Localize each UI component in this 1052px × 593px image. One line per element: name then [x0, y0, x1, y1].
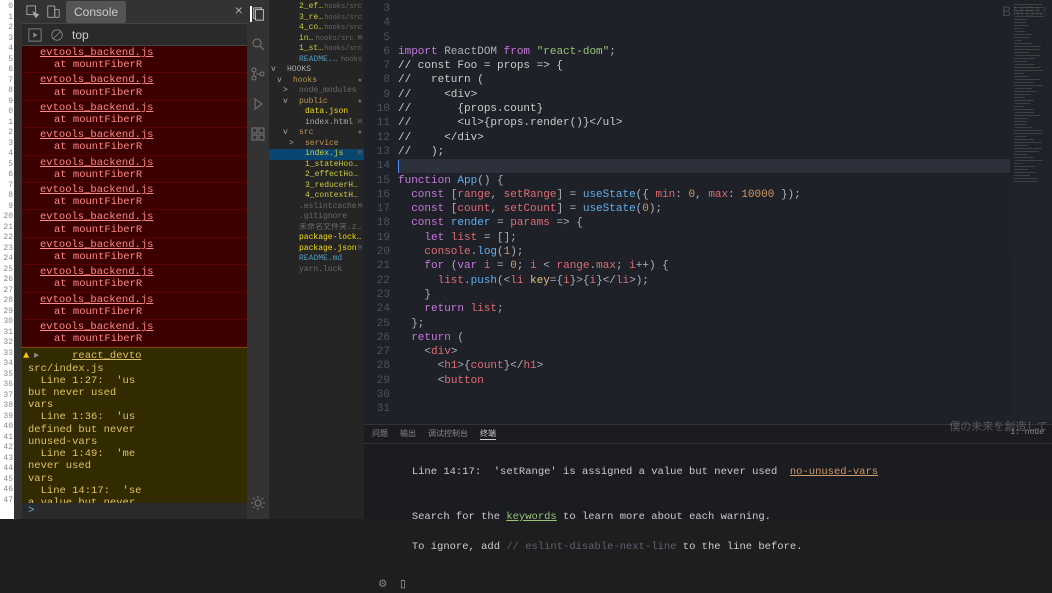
- console-error[interactable]: evtools_backend.js at mountFiberR: [22, 101, 247, 128]
- file-tree-item[interactable]: README.mdhooks: [269, 55, 364, 66]
- devtools-panel: Console × top evtools_backend.js at moun…: [22, 0, 247, 519]
- activity-bar: [247, 0, 269, 519]
- console-error[interactable]: evtools_backend.js at mountFiberR: [22, 265, 247, 292]
- scrollbar-stripe[interactable]: [14, 0, 22, 519]
- console-error[interactable]: evtools_backend.js at mountFiberR: [22, 156, 247, 183]
- code-lines[interactable]: import ReactDOM from "react-dom";// cons…: [398, 0, 1052, 424]
- debug-icon[interactable]: [250, 96, 266, 112]
- problems-tab[interactable]: 调试控制台: [428, 428, 468, 440]
- file-tree-item[interactable]: >service: [269, 139, 364, 150]
- problem-line1: Line 14:17: 'setRange' is assigned a val…: [412, 466, 790, 478]
- clear-icon[interactable]: [50, 28, 64, 42]
- file-tree-item[interactable]: 4_contextHook.jshooks/src: [269, 23, 364, 34]
- file-tree-item[interactable]: index.jsM: [269, 149, 364, 160]
- file-tree-item[interactable]: >node_modules: [269, 86, 364, 97]
- minimap[interactable]: [1012, 0, 1052, 420]
- problems-body: Line 14:17: 'setRange' is assigned a val…: [364, 444, 1052, 576]
- problem-text: Search for the: [412, 511, 507, 523]
- file-tree-item[interactable]: 2_effectHook.js: [269, 170, 364, 181]
- console-error[interactable]: evtools_backend.js at mountFiberR: [22, 293, 247, 320]
- code-gutter: 3456789101112131415161718192021222324252…: [364, 0, 398, 424]
- problems-panel: 问题输出调试控制台终端1: node Line 14:17: 'setRange…: [364, 424, 1052, 519]
- context-top[interactable]: top: [72, 28, 89, 42]
- console-error[interactable]: evtools_backend.js at mountFiberR: [22, 320, 247, 347]
- problem-text: To ignore, add: [412, 541, 507, 553]
- problem-text: to learn more about each warning.: [557, 511, 771, 523]
- keywords-link[interactable]: keywords: [506, 511, 556, 523]
- file-tree-item[interactable]: README.md: [269, 254, 364, 265]
- file-tree-item[interactable]: vhooks●: [269, 76, 364, 87]
- file-tree-item[interactable]: 3_reducerHook.js: [269, 181, 364, 192]
- console-warning[interactable]: ▲▸ react_devto src/index.js Line 1:27: '…: [22, 347, 247, 503]
- file-tree-item[interactable]: yarn.lock: [269, 265, 364, 276]
- terminal-input[interactable]: ⚙ ▯: [364, 576, 1052, 593]
- gear-icon[interactable]: [250, 495, 266, 511]
- file-tree-item[interactable]: 2_effectHook.jshooks/src: [269, 2, 364, 13]
- file-tree-item[interactable]: .gitignore: [269, 212, 364, 223]
- code-area[interactable]: 3456789101112131415161718192021222324252…: [364, 0, 1052, 424]
- extensions-icon[interactable]: [250, 126, 266, 142]
- play-icon[interactable]: [28, 28, 42, 42]
- file-tree-item[interactable]: 3_reducerHook.jshooks/src: [269, 13, 364, 24]
- console-error[interactable]: evtools_backend.js at mountFiberR: [22, 46, 247, 73]
- terminal-cursor: ▯: [400, 579, 406, 591]
- console-error[interactable]: evtools_backend.js at mountFiberR: [22, 73, 247, 100]
- tab-console[interactable]: Console: [66, 1, 126, 23]
- problem-text: to the line before.: [676, 541, 802, 553]
- file-tree-item[interactable]: .eslintcacheM: [269, 202, 364, 213]
- file-tree-item[interactable]: 未命名文件夹.zip: [269, 223, 364, 234]
- file-tree-item[interactable]: 1_stateHook.js: [269, 160, 364, 171]
- file-tree-item[interactable]: vHOOKS: [269, 65, 364, 76]
- problems-tab[interactable]: 输出: [400, 428, 416, 440]
- console-error[interactable]: evtools_backend.js at mountFiberR: [22, 238, 247, 265]
- file-explorer: 2_effectHook.jshooks/src3_reducerHook.js…: [269, 0, 364, 519]
- editor-pane: BMBM 34567891011121314151617181920212223…: [364, 0, 1052, 519]
- file-tree-item[interactable]: 4_contextHook.js: [269, 191, 364, 202]
- close-icon[interactable]: ×: [235, 4, 243, 20]
- file-tree-item[interactable]: package-lock.json: [269, 233, 364, 244]
- devtools-subbar: top: [22, 24, 247, 46]
- eslint-comment: // eslint-disable-next-line: [506, 541, 676, 553]
- file-tree-item[interactable]: package.jsonM: [269, 244, 364, 255]
- console-prompt[interactable]: >: [22, 503, 247, 519]
- devtools-tabbar: Console ×: [22, 0, 247, 24]
- device-icon[interactable]: [46, 5, 60, 19]
- console-output: evtools_backend.js at mountFiberRevtools…: [22, 46, 247, 503]
- console-error[interactable]: evtools_backend.js at mountFiberR: [22, 128, 247, 155]
- git-icon[interactable]: [250, 66, 266, 82]
- file-tree-item[interactable]: index.htmlM: [269, 118, 364, 129]
- inspect-icon[interactable]: [26, 5, 40, 19]
- console-error[interactable]: evtools_backend.js at mountFiberR: [22, 210, 247, 237]
- file-tree-item[interactable]: vsrc●: [269, 128, 364, 139]
- search-icon[interactable]: [250, 36, 266, 52]
- console-error[interactable]: evtools_backend.js at mountFiberR: [22, 183, 247, 210]
- explorer-icon[interactable]: [250, 6, 266, 22]
- file-tree-item[interactable]: index.jshooks/src M: [269, 34, 364, 45]
- file-tree-item[interactable]: data.json: [269, 107, 364, 118]
- eslint-rule-link[interactable]: no-unused-vars: [790, 466, 878, 478]
- file-tree-item[interactable]: vpublic●: [269, 97, 364, 108]
- problems-tab[interactable]: 问题: [372, 428, 388, 440]
- gear-icon[interactable]: ⚙: [372, 579, 387, 591]
- problems-tab[interactable]: 终端: [480, 428, 496, 440]
- outer-line-gutter: 0123456789012345678920212223242526272829…: [0, 0, 14, 519]
- file-tree-item[interactable]: 1_stateHook.jshooks/src: [269, 44, 364, 55]
- watermark-text-2: 僕の未来を創造して: [949, 418, 1048, 434]
